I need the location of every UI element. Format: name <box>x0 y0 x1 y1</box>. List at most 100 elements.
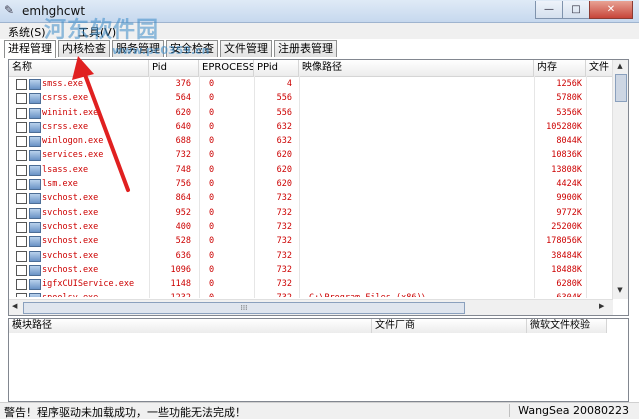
cell-ppid: 556 <box>276 107 292 118</box>
row-checkbox[interactable] <box>16 93 27 105</box>
table-row[interactable]: svchost.exe 1096 0 732 18488K <box>9 263 611 277</box>
row-checkbox[interactable] <box>16 236 27 248</box>
cell-path: C:\Program Files (x86)\... <box>309 291 531 297</box>
table-row[interactable]: svchost.exe 636 0 732 38484K <box>9 249 611 263</box>
cell-path <box>309 163 531 177</box>
cell-pid: 756 <box>175 179 191 190</box>
cell-pid: 688 <box>175 136 191 147</box>
scroll-up-arrow[interactable]: ▲ <box>615 62 625 70</box>
row-checkbox[interactable] <box>16 279 27 291</box>
process-icon <box>29 236 41 248</box>
cell-eprocess: 0 <box>209 150 215 161</box>
cell-mem: 18488K <box>551 264 582 275</box>
vertical-scroll-thumb[interactable] <box>615 74 627 102</box>
col-eprocess[interactable]: EPROCESS <box>199 60 254 76</box>
menu-tools[interactable]: 工具(V) <box>78 24 116 40</box>
col-ms-verify[interactable]: 微软文件校验 <box>527 319 607 333</box>
process-icon <box>29 107 41 119</box>
cell-path <box>309 191 531 205</box>
col-image-path[interactable]: 映像路径 <box>299 60 534 76</box>
row-checkbox[interactable] <box>16 79 27 90</box>
cell-ppid: 732 <box>254 291 292 297</box>
scroll-right-arrow[interactable]: ▶ <box>599 302 604 310</box>
table-row[interactable]: csrss.exe 564 0 556 5780K <box>9 91 611 105</box>
process-list-header: 名称 Pid EPROCESS PPid 映像路径 内存 文件 <box>9 60 619 77</box>
menu-bar: 系统(S) 工具(V) <box>0 23 639 39</box>
horizontal-scroll-thumb[interactable]: ⁞⁞⁞ <box>23 302 465 314</box>
process-icon <box>29 164 41 176</box>
status-bar: 警告！程序驱动未加载成功，一些功能无法完成！ WangSea 20080223 <box>0 402 639 419</box>
row-checkbox[interactable] <box>16 150 27 162</box>
tab-4[interactable]: 文件管理 <box>220 40 272 57</box>
col-pid[interactable]: Pid <box>149 60 199 76</box>
cell-mem: 5780K <box>556 93 582 104</box>
table-row[interactable]: svchost.exe 528 0 732 178056K <box>9 234 611 248</box>
row-checkbox[interactable] <box>16 164 27 176</box>
cell-pid: 732 <box>175 150 191 161</box>
table-row[interactable]: svchost.exe 952 0 732 9772K <box>9 206 611 220</box>
tab-0[interactable]: 进程管理 <box>4 40 56 58</box>
table-row[interactable]: smss.exe 376 0 4 1256K <box>9 77 611 91</box>
cell-mem: 5356K <box>556 107 582 118</box>
process-icon <box>29 136 41 148</box>
process-list[interactable]: 名称 Pid EPROCESS PPid 映像路径 内存 文件 smss.exe… <box>8 59 629 316</box>
cell-name: svchost.exe <box>42 221 99 232</box>
status-author: WangSea 20080223 <box>509 404 629 417</box>
cell-path <box>309 234 531 248</box>
table-row[interactable]: csrss.exe 640 0 632 105280K <box>9 120 611 134</box>
cell-mem: 105280K <box>546 121 582 132</box>
close-button[interactable]: ✕ <box>589 1 633 19</box>
col-module-path[interactable]: 模块路径 <box>9 319 372 333</box>
cell-pid: 400 <box>175 221 191 232</box>
row-checkbox[interactable] <box>16 179 27 191</box>
cell-pid: 376 <box>175 79 191 89</box>
cell-eprocess: 0 <box>209 121 215 132</box>
cell-eprocess: 0 <box>209 207 215 218</box>
table-row[interactable]: services.exe 732 0 620 10836K <box>9 148 611 162</box>
table-row[interactable]: winlogon.exe 688 0 632 8044K <box>9 134 611 148</box>
table-row[interactable]: lsm.exe 756 0 620 4424K <box>9 177 611 191</box>
cell-ppid: 732 <box>276 236 292 247</box>
cell-eprocess: 0 <box>209 236 215 247</box>
cell-path <box>309 277 531 291</box>
row-checkbox[interactable] <box>16 264 27 276</box>
col-vendor[interactable]: 文件厂商 <box>372 319 527 333</box>
cell-path <box>309 134 531 148</box>
cell-ppid: 732 <box>276 250 292 261</box>
watermark-url: www.pc0359.cn <box>112 44 210 57</box>
table-row[interactable]: svchost.exe 400 0 732 25200K <box>9 220 611 234</box>
vertical-scrollbar[interactable]: ▲ ▼ <box>612 60 628 299</box>
row-checkbox[interactable] <box>16 250 27 262</box>
row-checkbox[interactable] <box>16 107 27 119</box>
row-checkbox[interactable] <box>16 193 27 205</box>
table-row[interactable]: wininit.exe 620 0 556 5356K <box>9 106 611 120</box>
cell-ppid: 632 <box>276 136 292 147</box>
col-name[interactable]: 名称 <box>9 60 149 76</box>
table-row[interactable]: spoolsv.exe1232 0 732 C:\Program Files (x86… <box>9 291 611 297</box>
col-memory[interactable]: 内存 <box>534 60 586 76</box>
cell-name: lsass.exe <box>42 164 89 175</box>
scroll-left-arrow[interactable]: ◀ <box>12 302 17 310</box>
scroll-down-arrow[interactable]: ▼ <box>615 286 625 294</box>
table-row[interactable]: lsass.exe 748 0 620 13808K <box>9 163 611 177</box>
horizontal-scrollbar[interactable]: ◀ ⁞⁞⁞ ▶ <box>9 299 613 315</box>
row-checkbox[interactable] <box>16 221 27 233</box>
table-row[interactable]: svchost.exe 864 0 732 9900K <box>9 191 611 205</box>
menu-system[interactable]: 系统(S) <box>8 24 46 40</box>
cell-pid: 952 <box>175 207 191 218</box>
module-list[interactable]: 模块路径 文件厂商 微软文件校验 <box>8 318 629 402</box>
cell-eprocess: 0 <box>209 250 215 261</box>
tab-1[interactable]: 内核检查 <box>58 40 110 57</box>
row-checkbox[interactable] <box>16 121 27 133</box>
row-checkbox[interactable] <box>16 136 27 148</box>
minimize-button[interactable]: — <box>535 1 563 19</box>
cell-ppid: 732 <box>276 279 292 290</box>
tab-5[interactable]: 注册表管理 <box>274 40 337 57</box>
col-ppid[interactable]: PPid <box>254 60 299 76</box>
maximize-button[interactable]: □ <box>562 1 590 19</box>
process-icon <box>29 121 41 133</box>
cell-path <box>309 263 531 277</box>
row-checkbox[interactable] <box>16 293 27 297</box>
row-checkbox[interactable] <box>16 207 27 219</box>
table-row[interactable]: igfxCUIService.exe 1148 0 732 6280K <box>9 277 611 291</box>
